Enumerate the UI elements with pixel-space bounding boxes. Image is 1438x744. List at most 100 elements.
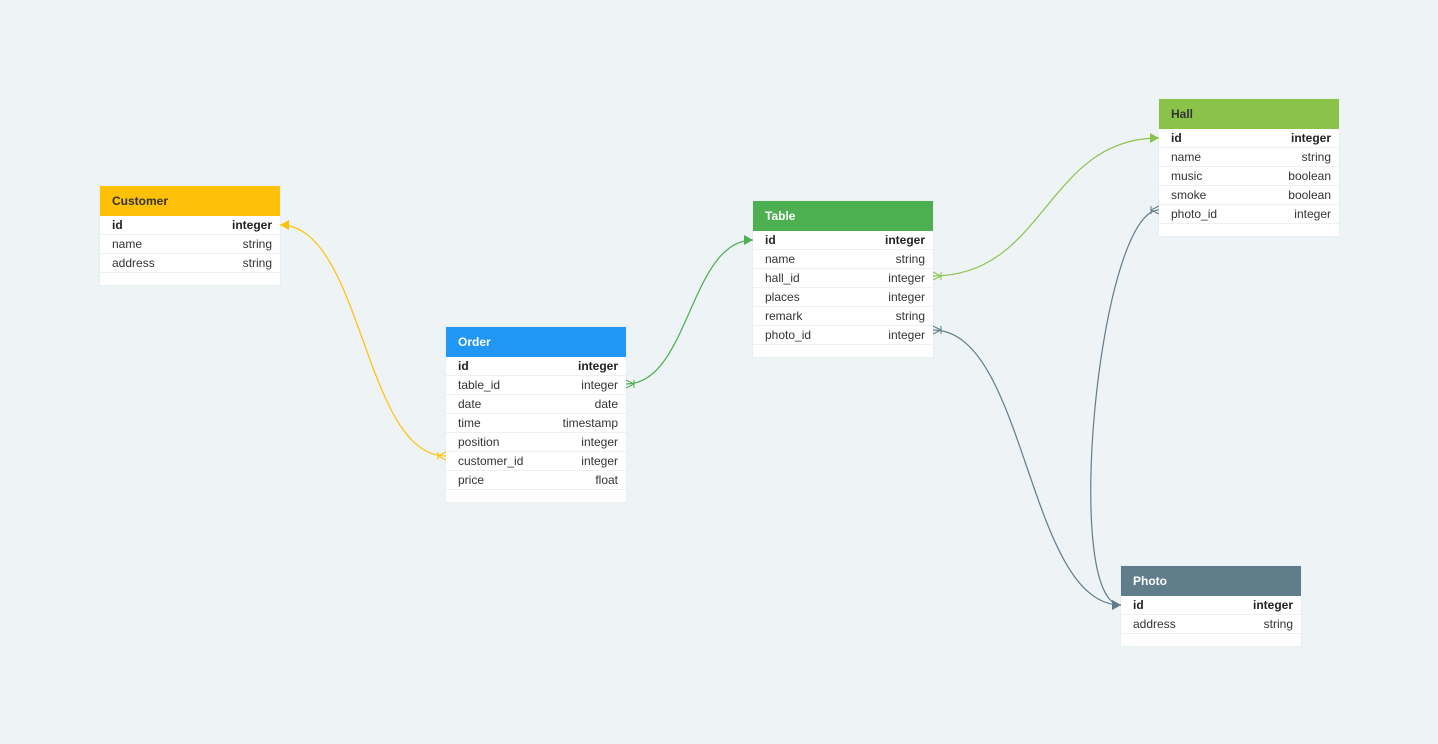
field-row[interactable]: name string (1159, 148, 1339, 167)
entity-title[interactable]: Customer (100, 186, 280, 216)
relation-line[interactable] (1090, 209, 1160, 606)
field-type: integer (231, 218, 272, 232)
relation-line[interactable] (932, 329, 1122, 606)
field-type: integer (888, 290, 925, 304)
field-row[interactable]: name string (100, 235, 280, 254)
field-row[interactable]: places integer (753, 288, 933, 307)
many-marker-icon (625, 379, 635, 389)
field-name: position (458, 435, 500, 449)
field-row[interactable]: address string (100, 254, 280, 273)
field-type: string (1263, 617, 1293, 631)
entity-footer (446, 490, 626, 502)
entity-photo[interactable]: Photo id integer address string (1121, 566, 1301, 646)
field-row[interactable]: table_id integer (446, 376, 626, 395)
many-marker-icon (1150, 205, 1160, 215)
field-name: date (458, 397, 482, 411)
field-type: string (242, 256, 272, 270)
entity-footer (100, 273, 280, 285)
field-row[interactable]: music boolean (1159, 167, 1339, 186)
field-row[interactable]: id integer (446, 357, 626, 376)
field-type: integer (1294, 207, 1331, 221)
field-row[interactable]: position integer (446, 433, 626, 452)
arrowhead-icon (1112, 600, 1121, 610)
field-row[interactable]: photo_id integer (1159, 205, 1339, 224)
field-row[interactable]: id integer (1121, 596, 1301, 615)
field-name: id (112, 218, 123, 232)
field-type: integer (884, 233, 925, 247)
field-type: integer (1290, 131, 1331, 145)
field-row[interactable]: id integer (100, 216, 280, 235)
field-name: hall_id (765, 271, 800, 285)
field-row[interactable]: smoke boolean (1159, 186, 1339, 205)
field-name: time (458, 416, 481, 430)
field-name: id (765, 233, 776, 247)
field-type: boolean (1288, 188, 1331, 202)
entity-customer[interactable]: Customer id integer name string address string (100, 186, 280, 285)
many-marker-icon (932, 271, 942, 281)
field-name: id (1133, 598, 1144, 612)
field-type: integer (581, 435, 618, 449)
diagram-canvas[interactable]: Customer id integer name string address string… (0, 0, 1438, 744)
field-type: string (895, 252, 925, 266)
field-type: integer (888, 328, 925, 342)
field-row[interactable]: price float (446, 471, 626, 490)
field-type: date (594, 397, 618, 411)
field-name: id (458, 359, 469, 373)
field-type: string (242, 237, 272, 251)
field-name: photo_id (1171, 207, 1218, 221)
field-type: integer (581, 378, 618, 392)
field-name: price (458, 473, 485, 487)
many-marker-icon (437, 451, 447, 461)
field-row[interactable]: time timestamp (446, 414, 626, 433)
field-name: smoke (1171, 188, 1207, 202)
field-name: name (1171, 150, 1202, 164)
entity-title[interactable]: Order (446, 327, 626, 357)
arrowhead-icon (280, 220, 289, 230)
relation-line[interactable] (932, 137, 1160, 277)
field-row[interactable]: name string (753, 250, 933, 269)
field-type: string (895, 309, 925, 323)
field-name: customer_id (458, 454, 524, 468)
entity-table[interactable]: Table id integer name string hall_id integer pl… (753, 201, 933, 357)
field-name: places (765, 290, 800, 304)
field-name: photo_id (765, 328, 812, 342)
entity-footer (753, 345, 933, 357)
entity-footer (1159, 224, 1339, 236)
field-type: integer (577, 359, 618, 373)
field-row[interactable]: id integer (1159, 129, 1339, 148)
field-type: string (1301, 150, 1331, 164)
field-row[interactable]: photo_id integer (753, 326, 933, 345)
field-name: address (1133, 617, 1176, 631)
field-type: integer (1252, 598, 1293, 612)
arrowhead-icon (1150, 133, 1159, 143)
field-type: timestamp (562, 416, 618, 430)
field-name: music (1171, 169, 1203, 183)
entity-title[interactable]: Hall (1159, 99, 1339, 129)
arrowhead-icon (1112, 600, 1121, 610)
field-row[interactable]: id integer (753, 231, 933, 250)
many-marker-icon (932, 325, 942, 335)
field-row[interactable]: hall_id integer (753, 269, 933, 288)
arrowhead-icon (744, 235, 753, 245)
field-type: integer (888, 271, 925, 285)
field-name: address (112, 256, 155, 270)
field-name: id (1171, 131, 1182, 145)
field-row[interactable]: date date (446, 395, 626, 414)
field-name: table_id (458, 378, 501, 392)
field-name: name (112, 237, 143, 251)
field-row[interactable]: customer_id integer (446, 452, 626, 471)
entity-order[interactable]: Order id integer table_id integer date date tim… (446, 327, 626, 502)
field-row[interactable]: address string (1121, 615, 1301, 634)
entity-footer (1121, 634, 1301, 646)
field-name: remark (765, 309, 803, 323)
field-type: integer (581, 454, 618, 468)
field-row[interactable]: remark string (753, 307, 933, 326)
entity-hall[interactable]: Hall id integer name string music boolean smoke… (1159, 99, 1339, 236)
entity-title[interactable]: Photo (1121, 566, 1301, 596)
field-name: name (765, 252, 796, 266)
entity-title[interactable]: Table (753, 201, 933, 231)
field-type: float (595, 473, 618, 487)
relation-line[interactable] (625, 239, 754, 385)
relation-line[interactable] (279, 224, 447, 457)
field-type: boolean (1288, 169, 1331, 183)
